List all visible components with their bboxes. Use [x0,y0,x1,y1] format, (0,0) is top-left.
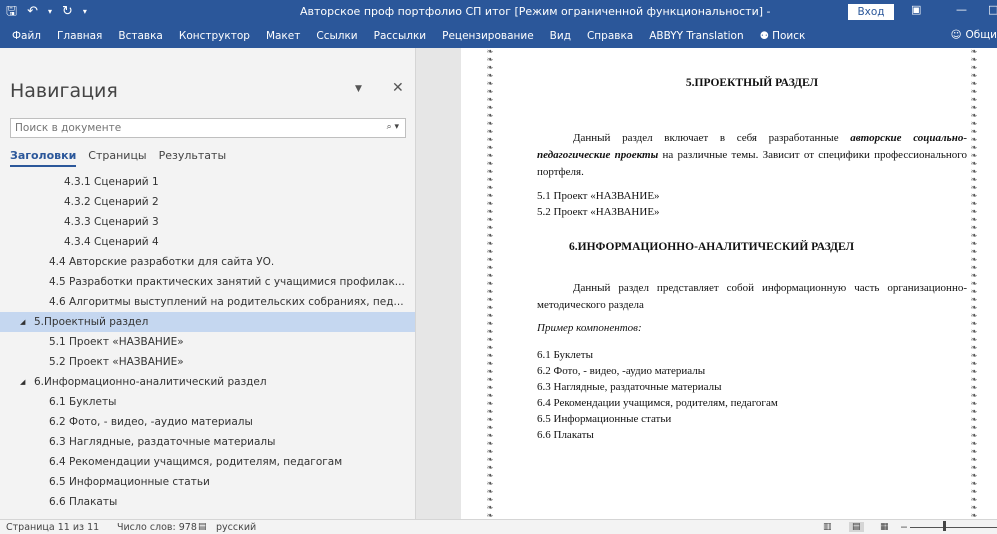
zoom-out-icon[interactable]: − [900,522,908,533]
tell-me-label: Поиск [772,30,806,42]
heading-item[interactable]: 6.4 Рекомендации учащимся, родителям, пе… [0,452,415,472]
print-layout-icon[interactable]: ▤ [849,522,864,532]
nav-tabs: Заголовки Страницы Результаты [10,149,226,167]
heading-item[interactable]: 6.2 Фото, - видео, -аудио материалы [0,412,415,432]
page-border-left: ❧ ❧ ❧ ❧ ❧ ❧ ❧ ❧ ❧ ❧ ❧ ❧ ❧ ❧ ❧ ❧ ❧ ❧ ❧ ❧ … [486,48,494,519]
list-item: 6.2 Фото, - видео, -аудио материалы [537,365,706,377]
tell-me-search[interactable]: ⚉ Поиск [752,29,814,43]
section-5-text-a: Данный раздел включает в себя разработан… [573,132,851,144]
page-count[interactable]: Страница 11 из 11 [6,522,99,533]
list-item: 6.4 Рекомендации учащимся, родителям, пе… [537,397,778,409]
undo-dropdown-icon[interactable]: ▾ [48,3,52,21]
tab-design[interactable]: Конструктор [171,29,258,43]
collapse-icon[interactable]: ◢ [20,372,25,392]
heading-item[interactable]: 6.1 Буклеты [0,392,415,412]
title-bar: 🖫 ↶ ▾ ↻ ▾ Авторское проф портфолио СП ит… [0,0,997,24]
section-5-paragraph: Данный раздел включает в себя разработан… [537,130,967,181]
project-item: 5.2 Проект «НАЗВАНИЕ» [537,206,660,218]
ribbon-display-options-icon[interactable]: ▣ [911,3,921,16]
heading-item[interactable]: 5.2 Проект «НАЗВАНИЕ» [0,352,415,372]
heading-item[interactable]: 6.3 Наглядные, раздаточные материалы [0,432,415,452]
heading-item[interactable]: 6.6 Плакаты [0,492,415,512]
collapse-icon[interactable]: ◢ [20,312,25,332]
tab-abbyy-translation[interactable]: ABBYY Translation [641,29,751,43]
heading-item[interactable]: 4.3.3 Сценарий 3 [0,212,415,232]
nav-title: Навигация [10,80,118,102]
signin-button[interactable]: Вход [848,4,894,20]
section-6-heading: 6.ИНФОРМАЦИОННО-АНАЛИТИЧЕСКИЙ РАЗДЕЛ [569,241,855,253]
section-5-heading: 5.ПРОЕКТНЫЙ РАЗДЕЛ [685,77,819,89]
maximize-icon[interactable]: □ [988,3,997,16]
document-area[interactable]: ❧ ❧ ❧ ❧ ❧ ❧ ❧ ❧ ❧ ❧ ❧ ❧ ❧ ❧ ❧ ❧ ❧ ❧ ❧ ❧ … [417,48,997,519]
person-icon: ☺ [950,29,962,41]
word-count[interactable]: Число слов: 978 [117,522,197,533]
example-label: Пример компонентов: [537,322,642,334]
nav-search-input[interactable] [11,119,351,137]
tab-help[interactable]: Справка [579,29,641,43]
tab-home[interactable]: Главная [49,29,110,43]
tab-mailings[interactable]: Рассылки [366,29,434,43]
tab-view[interactable]: Вид [542,29,579,43]
nav-tab-results[interactable]: Результаты [159,149,227,167]
share-button[interactable]: ☺ Общи [951,29,997,41]
heading-tree: 4.3.1 Сценарий 1 4.3.2 Сценарий 2 4.3.3 … [0,172,415,512]
heading-item[interactable]: 5.1 Проект «НАЗВАНИЕ» [0,332,415,352]
tab-file[interactable]: Файл [4,29,49,43]
heading-item[interactable]: 6.5 Информационные статьи [0,472,415,492]
heading-item[interactable]: 4.3.1 Сценарий 1 [0,172,415,192]
list-item: 6.5 Информационные статьи [537,413,672,425]
read-mode-icon[interactable]: ▥ [823,522,832,532]
web-layout-icon[interactable]: ▦ [880,522,889,532]
chevron-down-icon[interactable]: ▼ [355,84,362,94]
tab-review[interactable]: Рецензирование [434,29,542,43]
share-label: Общи [965,29,997,41]
heading-item[interactable]: 4.6 Алгоритмы выступлений на родительски… [0,292,415,312]
heading-item[interactable]: ◢ 6.Информационно-аналитический раздел [0,372,415,392]
status-bar: Страница 11 из 11 Число слов: 978 ▤ русс… [0,519,997,534]
nav-search-box: ⌕ ▾ [10,118,406,138]
heading-item-selected[interactable]: ◢ 5.Проектный раздел [0,312,415,332]
heading-item[interactable]: 4.4 Авторские разработки для сайта УО. [0,252,415,272]
document-page[interactable]: ❧ ❧ ❧ ❧ ❧ ❧ ❧ ❧ ❧ ❧ ❧ ❧ ❧ ❧ ❧ ❧ ❧ ❧ ❧ ❧ … [461,48,997,519]
list-item: 6.3 Наглядные, раздаточные материалы [537,381,722,393]
nav-tab-pages[interactable]: Страницы [88,149,146,167]
heading-item-label: 5.Проектный раздел [34,316,149,328]
zoom-slider[interactable] [910,527,997,528]
page-border-right: ❧ ❧ ❧ ❧ ❧ ❧ ❧ ❧ ❧ ❧ ❧ ❧ ❧ ❧ ❧ ❧ ❧ ❧ ❧ ❧ … [970,48,978,519]
ribbon: Файл Главная Вставка Конструктор Макет С… [0,24,997,48]
navigation-pane: Навигация ▼ ✕ ⌕ ▾ Заголовки Страницы Рез… [0,48,416,519]
heading-item[interactable]: 4.5 Разработки практических занятий с уч… [0,272,415,292]
minimize-icon[interactable]: — [956,3,967,16]
lightbulb-icon: ⚉ [759,30,770,42]
window-title: Авторское проф портфолио СП итог [Режим … [300,5,770,18]
zoom-thumb[interactable] [943,521,946,531]
save-icon[interactable]: 🖫 [6,3,17,21]
section-6-paragraph: Данный раздел представляет собой информа… [537,282,967,311]
customize-toolbar-icon[interactable]: ▾ [83,3,87,21]
proofing-icon[interactable]: ▤ [198,522,207,532]
heading-item[interactable]: 4.3.2 Сценарий 2 [0,192,415,212]
undo-icon[interactable]: ↶ [27,3,38,21]
tab-insert[interactable]: Вставка [110,29,171,43]
heading-item-label: 6.Информационно-аналитический раздел [34,376,267,388]
list-item: 6.6 Плакаты [537,429,594,441]
heading-item[interactable]: 4.3.4 Сценарий 4 [0,232,415,252]
close-icon[interactable]: ✕ [392,80,404,96]
redo-icon[interactable]: ↻ [62,3,73,21]
component-list: 6.1 Буклеты 6.2 Фото, - видео, -аудио ма… [537,347,778,443]
nav-tab-headings[interactable]: Заголовки [10,149,77,167]
language-label[interactable]: русский [216,522,256,533]
project-item: 5.1 Проект «НАЗВАНИЕ» [537,190,660,202]
list-item: 6.1 Буклеты [537,349,593,361]
tab-layout[interactable]: Макет [258,29,308,43]
ribbon-tabs: Файл Главная Вставка Конструктор Макет С… [4,29,813,43]
tab-references[interactable]: Ссылки [308,29,365,43]
search-icon[interactable]: ⌕ ▾ [387,122,399,132]
quick-access-toolbar: 🖫 ↶ ▾ ↻ ▾ [6,3,87,21]
